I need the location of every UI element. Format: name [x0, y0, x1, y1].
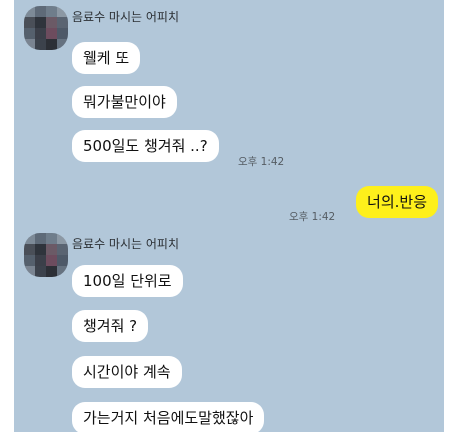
message-bubble[interactable]: 가는거지 처음에도말했잖아	[72, 402, 265, 432]
message-bubble[interactable]: 챙겨줘 ?	[72, 310, 149, 342]
chat-room: 음료수 마시는 어피치 웰케 또 뭐가불만이야 500일도 챙겨줘 ..? 오후…	[14, 0, 444, 432]
message-bubble[interactable]: 웰케 또	[72, 42, 141, 74]
sender-avatar[interactable]	[24, 233, 68, 277]
message-time: 오후 1:42	[238, 156, 285, 168]
message-bubble[interactable]: 100일 단위로	[72, 265, 183, 297]
sender-avatar[interactable]	[24, 6, 68, 50]
message-time: 오후 1:42	[289, 211, 336, 223]
message-bubble[interactable]: 뭐가불만이야	[72, 86, 177, 118]
message-bubble[interactable]: 500일도 챙겨줘 ..?	[72, 130, 219, 162]
my-message-bubble[interactable]: 너의.반응	[356, 186, 438, 218]
message-bubble[interactable]: 시간이야 계속	[72, 356, 182, 388]
sender-name: 음료수 마시는 어피치	[72, 237, 179, 251]
sender-name: 음료수 마시는 어피치	[72, 10, 179, 24]
